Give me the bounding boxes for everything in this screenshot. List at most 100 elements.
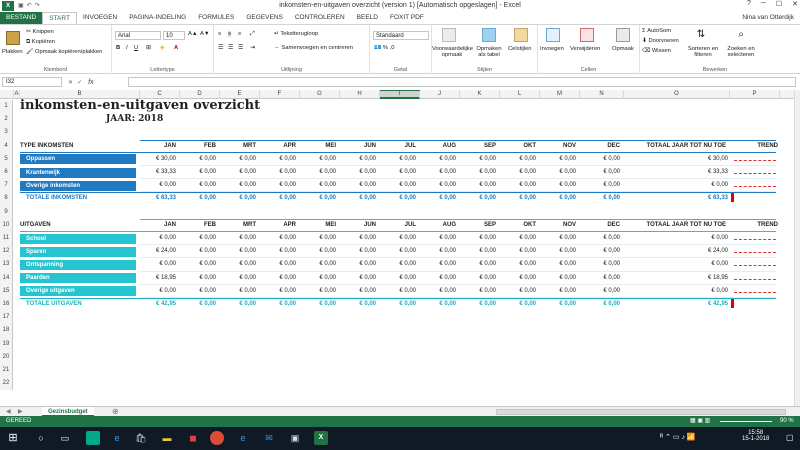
expense-value-cell[interactable]: € 18,95 bbox=[140, 275, 176, 281]
tab-invoegen[interactable]: INVOEGEN bbox=[77, 12, 123, 24]
income-value-cell[interactable]: € 0,00 bbox=[220, 156, 256, 162]
tab-start[interactable]: START bbox=[42, 12, 77, 24]
income-row-label[interactable]: Overige inkomsten bbox=[20, 180, 136, 191]
row-header-7[interactable]: 7 bbox=[0, 179, 13, 193]
tab-pagina-indeling[interactable]: PAGINA-INDELING bbox=[123, 12, 192, 24]
tab-prev-icon[interactable]: ◀ bbox=[6, 408, 11, 415]
income-value-cell[interactable]: € 0,00 bbox=[500, 182, 536, 188]
income-value-cell[interactable]: € 33,33 bbox=[140, 169, 176, 175]
orientation-icon[interactable]: ⤢ bbox=[250, 31, 255, 38]
tab-formules[interactable]: FORMULES bbox=[192, 12, 240, 24]
paste-icon[interactable] bbox=[6, 31, 20, 45]
expense-value-cell[interactable]: € 0,00 bbox=[220, 288, 256, 294]
photos-icon[interactable]: ▣ bbox=[288, 431, 302, 445]
row-header-18[interactable]: 18 bbox=[0, 324, 13, 338]
number-format-select[interactable]: Standaard bbox=[373, 31, 429, 40]
expense-value-cell[interactable]: € 0,00 bbox=[300, 248, 336, 254]
income-row-label[interactable]: Krantenwijk bbox=[20, 167, 136, 178]
expense-value-cell[interactable]: € 0,00 bbox=[380, 261, 416, 267]
row-header-4[interactable]: 4 bbox=[0, 139, 13, 153]
shrink-font-icon[interactable]: A▼ bbox=[200, 31, 210, 37]
expense-row-total[interactable]: € 18,95 bbox=[624, 275, 728, 281]
expense-value-cell[interactable]: € 0,00 bbox=[340, 275, 376, 281]
expense-value-cell[interactable]: € 0,00 bbox=[340, 261, 376, 267]
chrome-icon[interactable] bbox=[210, 431, 224, 445]
select-all-corner[interactable] bbox=[0, 90, 14, 99]
app-icon[interactable] bbox=[86, 431, 100, 445]
fill-color-icon[interactable]: ◈ bbox=[160, 45, 164, 51]
income-value-cell[interactable]: € 0,00 bbox=[580, 169, 620, 175]
zoom-level[interactable]: 90 % bbox=[780, 416, 794, 427]
expense-value-cell[interactable]: € 0,00 bbox=[140, 288, 176, 294]
income-value-cell[interactable]: € 0,00 bbox=[580, 182, 620, 188]
expense-value-cell[interactable]: € 0,00 bbox=[300, 261, 336, 267]
row-header-6[interactable]: 6 bbox=[0, 166, 13, 180]
expense-value-cell[interactable]: € 0,00 bbox=[580, 235, 620, 241]
expense-value-cell[interactable]: € 0,00 bbox=[540, 275, 576, 281]
column-header-f[interactable]: F bbox=[260, 90, 300, 99]
income-value-cell[interactable]: € 0,00 bbox=[340, 182, 376, 188]
income-value-cell[interactable]: € 0,00 bbox=[500, 169, 536, 175]
tray-icons[interactable]: ᴿ ⌃ ▭ ♪ 📶 bbox=[660, 433, 696, 441]
tab-next-icon[interactable]: ▶ bbox=[18, 408, 23, 415]
expense-row-total[interactable]: € 0,00 bbox=[624, 261, 728, 267]
expense-row-total[interactable]: € 24,00 bbox=[624, 248, 728, 254]
expense-row-label[interactable]: Ontspanning bbox=[20, 259, 136, 270]
expense-value-cell[interactable]: € 0,00 bbox=[580, 288, 620, 294]
find-select-button[interactable]: Zoeken en selecteren bbox=[724, 46, 758, 58]
expense-value-cell[interactable]: € 0,00 bbox=[220, 235, 256, 241]
tab-beeld[interactable]: BEELD bbox=[351, 12, 384, 24]
align-right-icon[interactable]: ☰ bbox=[238, 45, 243, 51]
expense-value-cell[interactable]: € 0,00 bbox=[180, 248, 216, 254]
underline-button[interactable]: U bbox=[134, 45, 138, 51]
row-header-19[interactable]: 19 bbox=[0, 337, 13, 351]
expense-value-cell[interactable]: € 0,00 bbox=[140, 235, 176, 241]
expense-value-cell[interactable]: € 0,00 bbox=[380, 275, 416, 281]
wrap-text-button[interactable]: ↵ Tekstterugloop bbox=[274, 31, 318, 37]
conditional-format-button[interactable]: Voorwaardelijke opmaak bbox=[432, 46, 473, 58]
row-header-16[interactable]: 16 bbox=[0, 298, 13, 312]
format-button[interactable]: Opmaak bbox=[612, 46, 634, 52]
income-row-total[interactable]: € 0,00 bbox=[624, 182, 728, 188]
font-size-select[interactable]: 10 bbox=[163, 31, 185, 40]
minimize-button[interactable]: ─ bbox=[761, 0, 766, 8]
row-header-10[interactable]: 10 bbox=[0, 218, 13, 232]
expense-value-cell[interactable]: € 0,00 bbox=[260, 235, 296, 241]
expense-row-label[interactable]: Overige uitgaven bbox=[20, 286, 136, 297]
row-header-5[interactable]: 5 bbox=[0, 152, 13, 166]
expense-value-cell[interactable]: € 0,00 bbox=[260, 248, 296, 254]
expense-value-cell[interactable]: € 0,00 bbox=[180, 275, 216, 281]
expense-value-cell[interactable]: € 0,00 bbox=[220, 261, 256, 267]
expense-value-cell[interactable]: € 0,00 bbox=[460, 261, 496, 267]
income-value-cell[interactable]: € 0,00 bbox=[180, 182, 216, 188]
cancel-icon[interactable]: ✕ bbox=[68, 79, 73, 86]
income-value-cell[interactable]: € 30,00 bbox=[140, 156, 176, 162]
fill-button[interactable]: ⬇ Doorvoeren bbox=[642, 38, 679, 44]
column-header-l[interactable]: L bbox=[500, 90, 540, 99]
align-top-icon[interactable]: ≡ bbox=[218, 31, 221, 37]
expense-value-cell[interactable]: € 0,00 bbox=[260, 261, 296, 267]
tab-controleren[interactable]: CONTROLEREN bbox=[289, 12, 351, 24]
income-value-cell[interactable]: € 0,00 bbox=[180, 169, 216, 175]
income-value-cell[interactable]: € 0,00 bbox=[260, 169, 296, 175]
expense-value-cell[interactable]: € 0,00 bbox=[260, 288, 296, 294]
expense-value-cell[interactable]: € 0,00 bbox=[540, 248, 576, 254]
row-header-20[interactable]: 20 bbox=[0, 350, 13, 364]
expense-row-label[interactable]: School bbox=[20, 233, 136, 244]
cell-styles-button[interactable]: Celstijlen bbox=[508, 46, 532, 52]
grow-font-icon[interactable]: A▲ bbox=[188, 31, 198, 37]
expense-value-cell[interactable]: € 0,00 bbox=[460, 248, 496, 254]
help-icon[interactable]: ? bbox=[747, 0, 751, 8]
add-sheet-icon[interactable]: ⊕ bbox=[112, 407, 119, 416]
windows-start-icon[interactable]: ⊞ bbox=[6, 431, 20, 445]
expense-value-cell[interactable]: € 0,00 bbox=[420, 235, 456, 241]
expense-value-cell[interactable]: € 0,00 bbox=[180, 288, 216, 294]
column-header-n[interactable]: N bbox=[580, 90, 624, 99]
income-value-cell[interactable]: € 0,00 bbox=[380, 182, 416, 188]
name-box[interactable]: I32 bbox=[2, 77, 62, 87]
income-row-label[interactable]: Oppassen bbox=[20, 154, 136, 165]
expense-value-cell[interactable]: € 0,00 bbox=[140, 261, 176, 267]
row-header-3[interactable]: 3 bbox=[0, 126, 13, 140]
expense-row-total[interactable]: € 0,00 bbox=[624, 235, 728, 241]
row-header-15[interactable]: 15 bbox=[0, 284, 13, 298]
